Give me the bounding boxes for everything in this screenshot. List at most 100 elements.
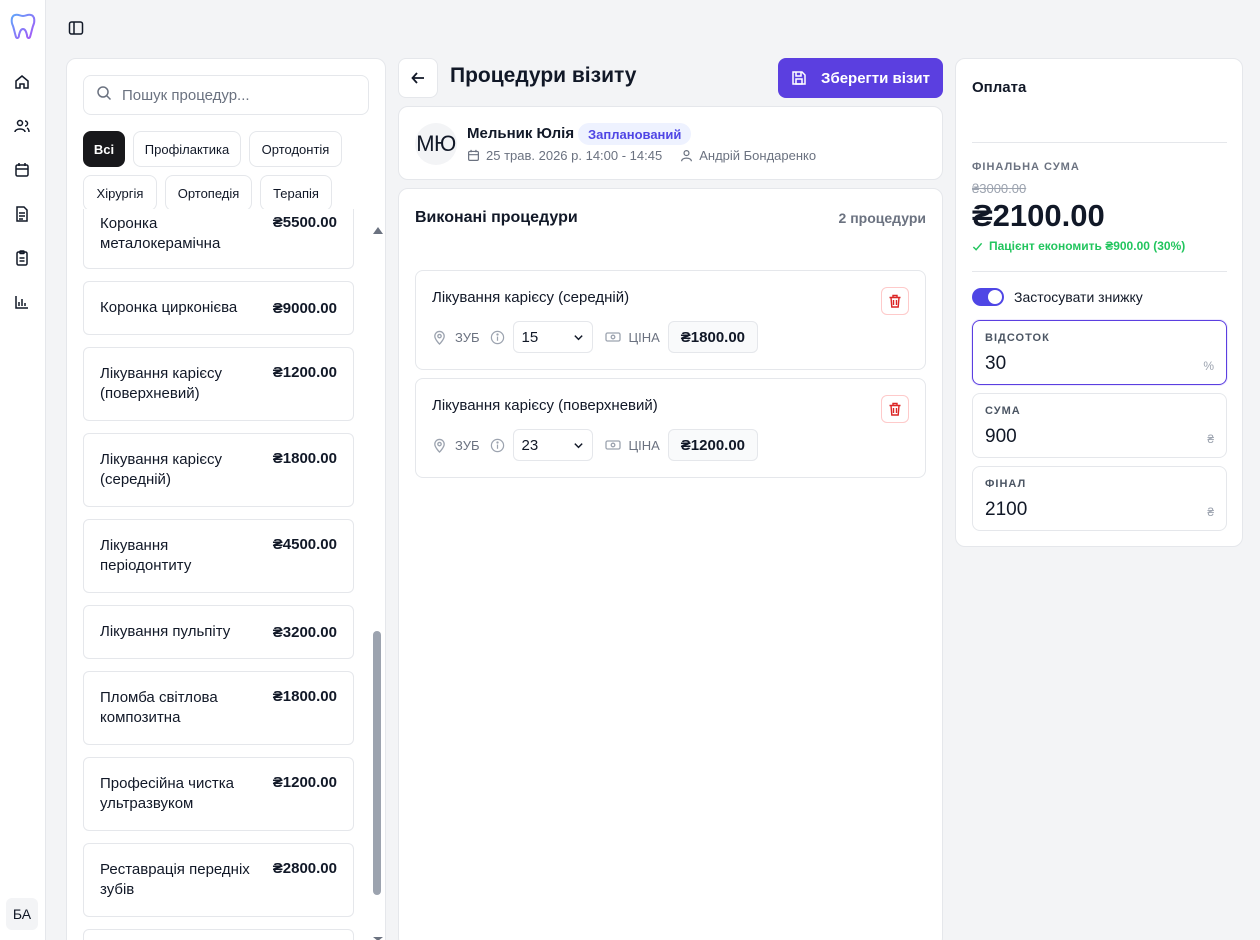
procedure-name: Лікування періодонтиту: [100, 537, 192, 574]
procedure-item[interactable]: Коронка металокерамічна ₴5500.00: [83, 209, 354, 269]
procedure-item[interactable]: Лікування карієсу (середній) ₴1800.00: [83, 433, 354, 507]
sidebar-toggle-icon[interactable]: [66, 18, 86, 38]
procedure-item[interactable]: Коронка цирконієва ₴9000.00: [83, 281, 354, 335]
user-icon: [680, 149, 693, 162]
home-icon[interactable]: [11, 71, 33, 93]
performed-item-name: Лікування карієсу (поверхневий): [432, 397, 658, 414]
divider: [972, 142, 1227, 143]
delete-button[interactable]: [881, 395, 909, 423]
trash-icon: [889, 402, 901, 416]
saving-note: Пацієнт економить ₴900.00 (30%): [972, 239, 1185, 253]
search-input[interactable]: [122, 86, 352, 104]
patient-name[interactable]: Мельник Юлія: [467, 125, 574, 142]
procedure-item[interactable]: Пломба світлова композитна ₴1800.00: [83, 671, 354, 745]
filter-orthodontics[interactable]: Ортодонтія: [249, 131, 342, 167]
page-title: Процедури візиту: [450, 64, 637, 87]
document-icon[interactable]: [11, 203, 33, 225]
final-sum-label: ФІНАЛЬНА СУМА: [972, 161, 1080, 173]
doctor-name: Андрій Бондаренко: [699, 148, 817, 163]
delete-button[interactable]: [881, 287, 909, 315]
tooth-select[interactable]: 15: [512, 321, 593, 353]
final-input[interactable]: [985, 499, 1185, 521]
info-icon[interactable]: [490, 438, 505, 453]
procedures-panel: Всі Профілактика Ортодонтія Хірургія Орт…: [66, 58, 386, 940]
calendar-icon: [467, 149, 480, 162]
procedure-price: ₴1800.00: [272, 688, 337, 705]
procedure-item[interactable]: Лікування пульпіту ₴3200.00: [83, 605, 354, 659]
users-icon[interactable]: [11, 115, 33, 137]
discount-toggle-label: Застосувати знижку: [1014, 289, 1143, 305]
procedure-price: ₴4500.00: [272, 536, 337, 553]
money-icon: [604, 438, 621, 452]
procedure-item[interactable]: Професійна чистка ультразвуком ₴1200.00: [83, 757, 354, 831]
chart-icon[interactable]: [11, 291, 33, 313]
performed-count: 2 процедури: [838, 210, 926, 226]
procedure-price: ₴1200.00: [272, 774, 337, 791]
procedure-list: Коронка металокерамічна ₴5500.00 Коронка…: [67, 209, 385, 940]
chevron-down-icon: [573, 334, 583, 340]
search-icon: [96, 85, 112, 106]
procedure-item[interactable]: Реставрація передніх зубів ₴2800.00: [83, 843, 354, 917]
tooth-select[interactable]: 23: [512, 429, 593, 461]
final-field[interactable]: ФІНАЛ ₴: [972, 466, 1227, 531]
tooth-value: 23: [521, 436, 539, 454]
price-field[interactable]: ₴1800.00: [667, 321, 759, 353]
original-sum: ₴3000.00: [972, 181, 1027, 196]
save-icon: [792, 71, 806, 85]
procedure-name: Коронка металокерамічна: [100, 215, 221, 252]
divider: [972, 271, 1227, 272]
price-label: ЦІНА: [628, 437, 660, 453]
percent-field[interactable]: ВІДСОТОК %: [972, 320, 1227, 385]
payment-card: Оплата ФІНАЛЬНА СУМА ₴3000.00 ₴2100.00 П…: [955, 58, 1243, 547]
app-rail: БА: [0, 0, 46, 940]
filter-therapy[interactable]: Терапія: [260, 175, 332, 211]
procedure-price: ₴2800.00: [272, 860, 337, 877]
procedure-item[interactable]: Лікування карієсу (поверхневий) ₴1200.00: [83, 347, 354, 421]
procedure-item[interactable]: Лікування періодонтиту ₴4500.00: [83, 519, 354, 593]
percent-unit: %: [1203, 359, 1214, 373]
performed-procedures-card: Виконані процедури 2 процедури Лікування…: [398, 188, 943, 940]
procedure-price: ₴5500.00: [272, 214, 337, 231]
visit-card: МЮ Мельник Юлія Запланований 25 трав. 20…: [398, 106, 943, 180]
percent-input[interactable]: [985, 353, 1185, 375]
filter-prophylaxis[interactable]: Профілактика: [133, 131, 241, 167]
trash-icon: [889, 294, 901, 308]
info-icon[interactable]: [490, 330, 505, 345]
amount-unit: ₴: [1207, 432, 1214, 446]
procedure-price: ₴1800.00: [272, 450, 337, 467]
price-field[interactable]: ₴1200.00: [667, 429, 759, 461]
tooth-value: 15: [521, 328, 539, 346]
discount-toggle[interactable]: [972, 288, 1004, 306]
arrow-left-icon: [411, 72, 424, 84]
procedure-item[interactable]: [83, 929, 354, 940]
procedure-name: Коронка цирконієва: [100, 299, 238, 316]
final-field-label: ФІНАЛ: [985, 478, 1027, 490]
filter-orthopedics[interactable]: Ортопедія: [165, 175, 252, 211]
filter-surgery[interactable]: Хірургія: [83, 175, 157, 211]
location-pin-icon: [432, 330, 447, 345]
performed-item-row: ЗУБ 23 ЦІНА ₴1200.00: [432, 429, 759, 461]
user-avatar[interactable]: БА: [6, 898, 38, 930]
calendar-icon[interactable]: [11, 159, 33, 181]
back-button[interactable]: [398, 58, 438, 98]
patient-avatar: МЮ: [415, 123, 457, 165]
visit-meta: 25 трав. 2026 р. 14:00 - 14:45 Андрій Бо…: [467, 148, 816, 163]
final-sum: ₴2100.00: [972, 198, 1105, 233]
scroll-up-arrow[interactable]: [373, 227, 383, 234]
performed-item: Лікування карієсу (поверхневий) ЗУБ 23 Ц…: [415, 378, 926, 478]
location-pin-icon: [432, 438, 447, 453]
percent-label: ВІДСОТОК: [985, 332, 1050, 344]
scrollbar-thumb[interactable]: [373, 631, 381, 895]
filter-all[interactable]: Всі: [83, 131, 125, 167]
check-icon: [972, 242, 983, 251]
tooth-logo-icon[interactable]: [10, 12, 36, 40]
save-visit-button[interactable]: Зберегти візит: [778, 58, 943, 98]
status-badge: Запланований: [578, 123, 692, 145]
amount-field[interactable]: СУМА ₴: [972, 393, 1227, 458]
clipboard-icon[interactable]: [11, 247, 33, 269]
procedure-name: Лікування пульпіту: [100, 623, 231, 640]
price-label: ЦІНА: [628, 329, 660, 345]
procedure-name: Лікування карієсу (середній): [100, 451, 222, 488]
search-box[interactable]: [83, 75, 369, 115]
amount-input[interactable]: [985, 426, 1185, 448]
